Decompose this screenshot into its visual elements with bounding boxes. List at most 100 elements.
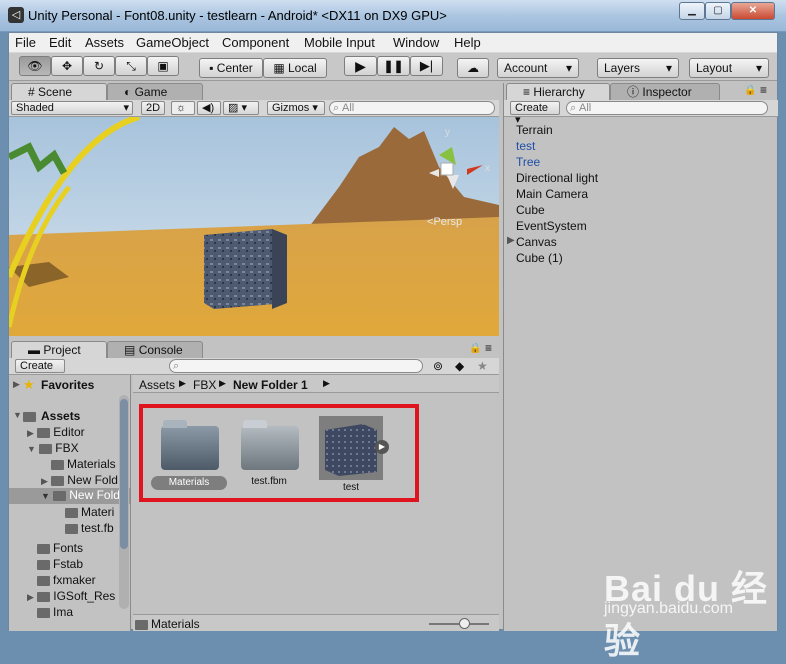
folder-icon: [37, 591, 51, 602]
step-button[interactable]: ▶|: [410, 56, 443, 76]
project-search-input[interactable]: ⌕: [169, 359, 423, 373]
breadcrumb-current[interactable]: New Folder 1: [233, 378, 308, 392]
breadcrumb-fbx[interactable]: FBX: [193, 378, 216, 392]
expand-arrow-icon[interactable]: ▶: [507, 235, 515, 246]
tree-item[interactable]: Materi: [65, 505, 114, 519]
hierarchy-item[interactable]: Main Camera: [516, 187, 588, 201]
tree-item[interactable]: ▶ New Fold: [41, 473, 118, 487]
folder-icon: [37, 559, 50, 570]
menu-assets[interactable]: Assets: [85, 35, 124, 50]
menu-edit[interactable]: Edit: [49, 35, 71, 50]
minimize-button[interactable]: ▁: [679, 2, 705, 20]
hierarchy-item[interactable]: Cube: [516, 203, 545, 217]
model-preview: [319, 416, 383, 480]
account-dropdown[interactable]: Account ▾: [497, 58, 579, 78]
hierarchy-item[interactable]: test: [516, 139, 535, 153]
lock-icon[interactable]: 🔒: [469, 343, 481, 354]
tree-item[interactable]: ▶ IGSoft_Res: [27, 589, 115, 603]
pivot-center-button[interactable]: ▪ Center: [199, 58, 263, 78]
scale-tool-button[interactable]: ⤡: [115, 56, 147, 76]
icon-size-slider[interactable]: [429, 618, 489, 629]
move-icon: ✥: [61, 59, 73, 73]
console-icon: ▤: [124, 343, 136, 357]
favorites-label[interactable]: Favorites: [41, 378, 94, 392]
tree-item[interactable]: Fonts: [37, 541, 83, 555]
favorite-star-icon[interactable]: ★: [477, 359, 488, 373]
hierarchy-search-input[interactable]: ⌕ All: [566, 101, 768, 115]
menu-window[interactable]: Window: [393, 35, 439, 50]
lighting-toggle[interactable]: ☼: [171, 101, 195, 115]
folder-icon: [23, 409, 39, 423]
tab-hierarchy[interactable]: ≡ Hierarchy: [506, 83, 610, 100]
hierarchy-item[interactable]: Canvas: [516, 235, 557, 249]
folder-icon: [51, 475, 65, 486]
menu-icon[interactable]: ≡: [485, 341, 492, 355]
hierarchy-item[interactable]: Directional light: [516, 171, 598, 185]
cloud-button[interactable]: ☁: [457, 58, 489, 78]
hierarchy-item[interactable]: Cube (1): [516, 251, 563, 265]
folder-icon: [37, 543, 50, 554]
toggle-2d-button[interactable]: 2D: [141, 101, 165, 115]
rotate-tool-button[interactable]: ↻: [83, 56, 115, 76]
rect-tool-button[interactable]: ▣: [147, 56, 179, 76]
play-button[interactable]: ▶: [344, 56, 377, 76]
tree-item[interactable]: ▼ FBX: [27, 441, 79, 455]
expand-asset-icon[interactable]: ▶: [375, 440, 389, 454]
tree-item[interactable]: ▶ Editor: [27, 425, 85, 439]
close-button[interactable]: ✕: [731, 2, 775, 20]
tree-item[interactable]: Fstab: [37, 557, 83, 571]
local-icon: ▦: [273, 61, 288, 75]
gizmos-dropdown[interactable]: Gizmos ▾: [267, 101, 325, 115]
expand-arrow-icon[interactable]: ▼: [13, 410, 22, 420]
breadcrumb-assets[interactable]: Assets: [139, 378, 175, 392]
tree-item[interactable]: Materials: [51, 457, 116, 471]
tree-scrollbar[interactable]: [119, 395, 129, 609]
scene-viewport[interactable]: y x <Persp: [9, 117, 499, 336]
scene-icon: #: [28, 85, 35, 99]
asset-item[interactable]: ▶ test: [309, 412, 405, 494]
folder-icon: [37, 607, 50, 618]
hierarchy-item[interactable]: EventSystem: [516, 219, 587, 233]
tree-item[interactable]: fxmaker: [37, 573, 96, 587]
hierarchy-item[interactable]: Tree: [516, 155, 540, 169]
pivot-local-button[interactable]: ▦ Local: [263, 58, 327, 78]
tab-game[interactable]: ◐ Game: [107, 83, 203, 100]
maximize-button[interactable]: ▢: [705, 2, 731, 20]
asset-item[interactable]: test.fbm: [229, 418, 309, 494]
layers-dropdown[interactable]: Layers ▾: [597, 58, 679, 78]
project-tree: ▶ ★ Favorites ▼ Assets ▶ Editor ▼ FBX Ma…: [9, 375, 131, 631]
view-tool-button[interactable]: 👁: [19, 56, 51, 76]
menu-mobile-input[interactable]: Mobile Input: [304, 35, 375, 50]
tree-item[interactable]: Ima: [37, 605, 73, 619]
tab-console[interactable]: ▤ Console: [107, 341, 203, 358]
filter-type-icon[interactable]: ⊚: [433, 359, 443, 373]
menu-help[interactable]: Help: [454, 35, 481, 50]
tab-project[interactable]: ▬ Project: [11, 341, 107, 358]
scene-search-input[interactable]: ⌕ All: [329, 101, 495, 115]
shading-mode-dropdown[interactable]: Shaded ▾: [11, 101, 133, 115]
tree-assets[interactable]: Assets: [41, 409, 80, 423]
filter-label-icon[interactable]: ◆: [455, 359, 464, 373]
menu-gameobject[interactable]: GameObject: [136, 35, 209, 50]
folder-icon: [65, 507, 78, 518]
hierarchy-item[interactable]: Terrain: [516, 123, 553, 137]
menu-icon[interactable]: ≡: [760, 83, 767, 97]
tab-scene[interactable]: # Scene: [11, 83, 107, 100]
layout-dropdown[interactable]: Layout ▾: [689, 58, 769, 78]
project-create-dropdown[interactable]: Create ▾: [15, 359, 65, 384]
lock-icon[interactable]: 🔒: [744, 85, 756, 96]
move-tool-button[interactable]: ✥: [51, 56, 83, 76]
hierarchy-create-dropdown[interactable]: Create ▾: [510, 101, 560, 126]
audio-toggle[interactable]: ◀): [197, 101, 221, 115]
pause-button[interactable]: ❚❚: [377, 56, 410, 76]
asset-item[interactable]: Materials: [149, 418, 229, 494]
tree-item[interactable]: test.fb: [65, 521, 114, 535]
effects-dropdown[interactable]: ▨ ▾: [223, 101, 259, 115]
collapse-arrow-icon[interactable]: ▶: [13, 379, 20, 390]
menu-file[interactable]: File: [15, 35, 36, 50]
menu-component[interactable]: Component: [222, 35, 289, 50]
projection-label[interactable]: <Persp: [427, 216, 462, 228]
tree-item-selected[interactable]: ▼ New Fold: [9, 488, 130, 504]
tab-inspector[interactable]: ⓘ Inspector: [610, 83, 720, 100]
breadcrumb-separator-icon: ▶: [323, 378, 330, 388]
